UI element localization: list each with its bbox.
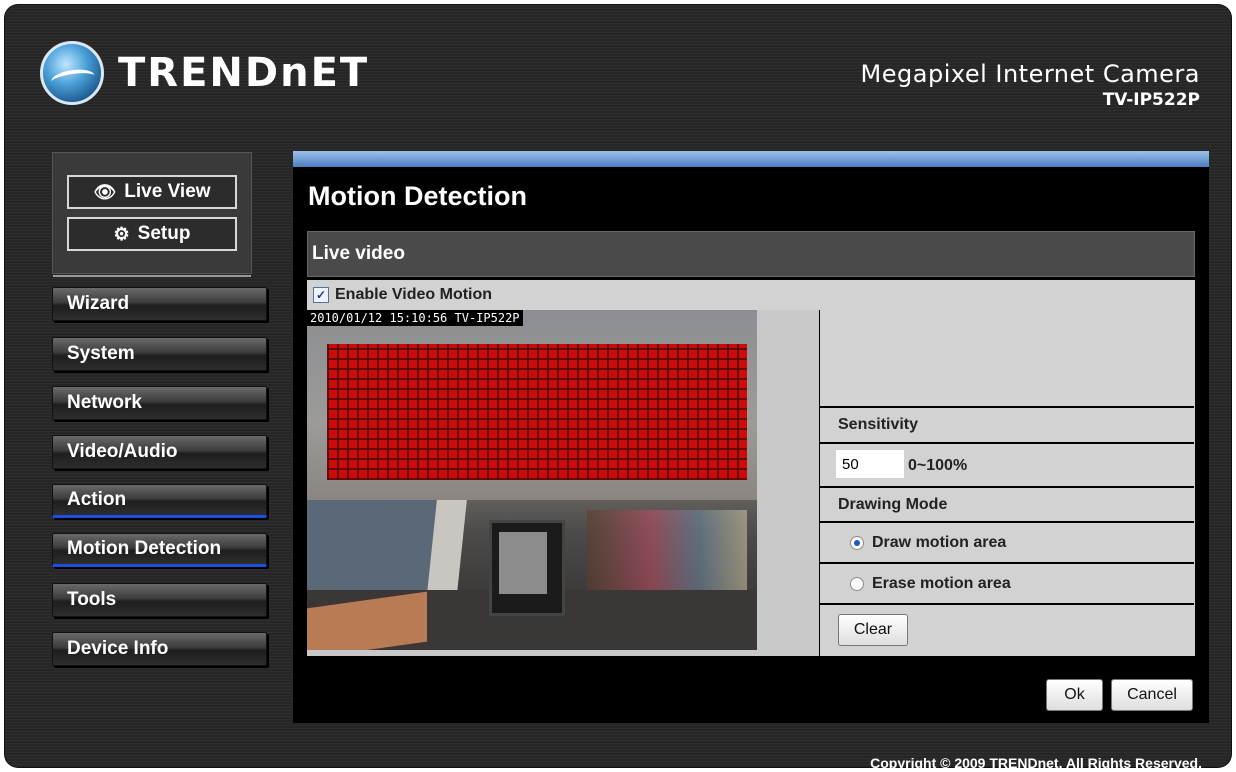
motion-panel: ✓ Enable Video Motion 2010/01/12 15:10:5… (307, 280, 1195, 656)
video-timestamp: 2010/01/12 15:10:56 TV-IP522P (307, 310, 523, 326)
sensitivity-label: Sensitivity (838, 416, 919, 433)
live-view-label: Live View (124, 181, 211, 202)
section-header: Live video (307, 231, 1195, 277)
draw-motion-radio[interactable] (850, 535, 864, 550)
video-bg-screen (499, 532, 547, 594)
sensitivity-row: 0~100% (820, 444, 1194, 488)
sensitivity-input[interactable] (836, 450, 904, 478)
sidebar-item-motion-detection[interactable]: Motion Detection (52, 533, 267, 567)
trendnet-logo: TRENDnET (40, 38, 369, 108)
video-bg-partition (307, 500, 447, 600)
gear-icon: ⚙ (113, 223, 130, 244)
erase-motion-radio[interactable] (850, 576, 864, 591)
main-content: Motion Detection Live video ✓ Enable Vid… (293, 151, 1209, 723)
enable-motion-checkbox[interactable]: ✓ (313, 287, 329, 303)
page-title: Motion Detection (308, 181, 527, 211)
live-view-button[interactable]: 👁 Live View (67, 175, 237, 209)
motion-area-grid[interactable] (327, 344, 747, 480)
erase-option-row[interactable]: Erase motion area (820, 564, 1194, 605)
clear-row: Clear (820, 605, 1194, 656)
mode-switch-box: 👁 Live View ⚙ Setup (52, 152, 252, 277)
product-info: Megapixel Internet Camera TV-IP522P (861, 60, 1200, 110)
content-top-bar (293, 151, 1209, 167)
eye-icon: 👁 (93, 181, 117, 202)
copyright-footer: Copyright © 2009 TRENDnet. All Rights Re… (870, 755, 1202, 771)
sidebar-item-wizard[interactable]: Wizard (52, 287, 267, 321)
ok-button[interactable]: Ok (1046, 679, 1103, 711)
drawing-mode-header: Drawing Mode (820, 488, 1194, 523)
right-blank-cell (820, 310, 1194, 408)
draw-option-row[interactable]: Draw motion area (820, 523, 1194, 564)
app-frame: TRENDnET Megapixel Internet Camera TV-IP… (4, 4, 1232, 771)
video-area: 2010/01/12 15:10:56 TV-IP522P (307, 310, 819, 656)
sidebar-item-device-info[interactable]: Device Info (52, 632, 267, 666)
erase-motion-label: Erase motion area (872, 574, 1011, 592)
sensitivity-header: Sensitivity (820, 408, 1194, 444)
video-bg-items (587, 510, 747, 600)
sidebar-item-tools[interactable]: Tools (52, 583, 267, 617)
enable-motion-row: ✓ Enable Video Motion (313, 286, 492, 304)
sidebar-item-video-audio[interactable]: Video/Audio (52, 435, 267, 469)
trendnet-logo-icon (40, 41, 104, 105)
sidebar-item-system[interactable]: System (52, 337, 267, 371)
live-video-feed[interactable]: 2010/01/12 15:10:56 TV-IP522P (307, 310, 757, 650)
enable-motion-label: Enable Video Motion (335, 286, 493, 303)
setup-button[interactable]: ⚙ Setup (67, 217, 237, 251)
logo-text: TRENDnET (118, 50, 370, 96)
sidebar-item-action[interactable]: Action (52, 484, 267, 518)
draw-motion-label: Draw motion area (872, 533, 1007, 551)
setup-label: Setup (137, 223, 191, 244)
product-model: TV-IP522P (1102, 90, 1200, 110)
sidebar-item-network[interactable]: Network (52, 386, 267, 420)
cancel-button[interactable]: Cancel (1111, 679, 1193, 711)
product-name: Megapixel Internet Camera (860, 60, 1200, 88)
drawing-mode-label: Drawing Mode (838, 495, 948, 513)
clear-button[interactable]: Clear (838, 614, 908, 646)
sensitivity-range: 0~100% (908, 457, 968, 474)
